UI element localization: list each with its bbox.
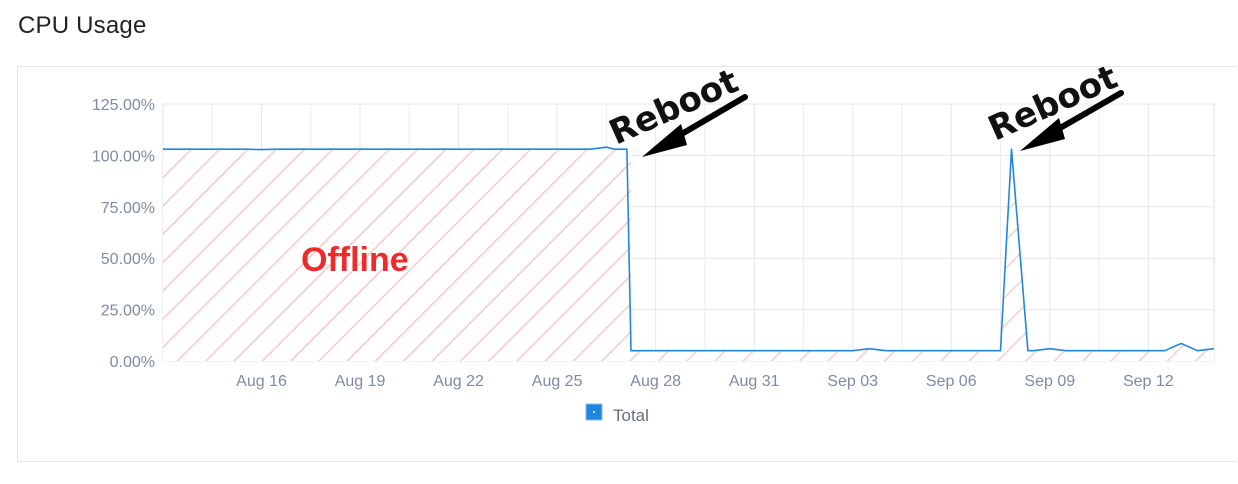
- chart-card: 0.00% 25.00% 50.00% 75.00% 100.00% 125.00% Aug…: [17, 66, 1237, 462]
- x-tick-label: Aug 16: [236, 373, 287, 390]
- x-tick-label: Sep 09: [1024, 373, 1075, 390]
- legend-label-total[interactable]: Total: [613, 406, 649, 425]
- page-title: CPU Usage: [18, 12, 147, 39]
- reboot-arrow-2: Reboot: [982, 67, 1124, 151]
- cpu-usage-chart: 0.00% 25.00% 50.00% 75.00% 100.00% 125.00% Aug…: [92, 67, 1215, 425]
- y-tick-label: 50.00%: [101, 251, 155, 268]
- x-tick-label: Aug 22: [433, 373, 484, 390]
- x-tick-label: Aug 25: [532, 373, 583, 390]
- offline-label: Offline: [301, 241, 409, 279]
- x-tick-label: Sep 06: [926, 373, 977, 390]
- y-tick-label: 0.00%: [110, 354, 155, 371]
- y-tick-label: 125.00%: [92, 97, 155, 114]
- y-tick-label: 25.00%: [101, 303, 155, 320]
- y-tick-label: 75.00%: [101, 200, 155, 217]
- x-tick-label: Aug 19: [335, 373, 386, 390]
- x-tick-label: Sep 03: [827, 373, 878, 390]
- reboot-arrow-1: Reboot: [603, 67, 748, 157]
- x-tick-label: Sep 12: [1123, 373, 1174, 390]
- legend-swatch-dot: [593, 411, 595, 413]
- x-tick-label: Aug 31: [729, 373, 780, 390]
- x-tick-label: Aug 28: [630, 373, 681, 390]
- legend[interactable]: Total: [585, 403, 649, 425]
- y-tick-label: 100.00%: [92, 148, 155, 165]
